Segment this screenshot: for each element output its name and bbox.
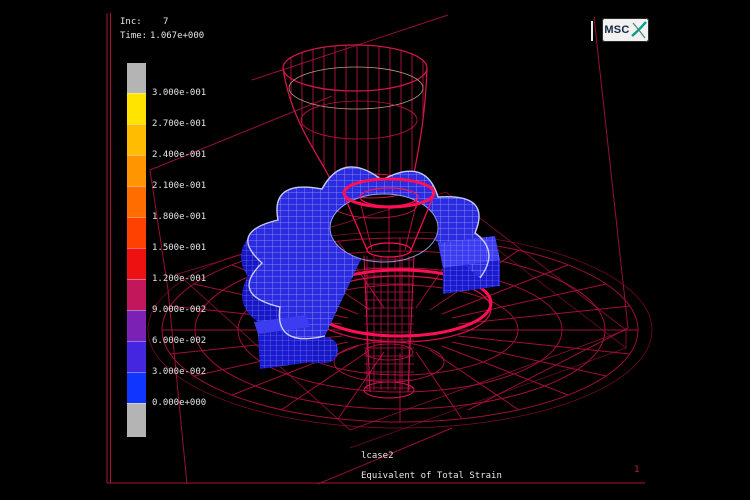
legend-color-segment (127, 124, 146, 155)
application-window: Inc: 7 Time: 1.067e+000 MSC 3.000e-001 2.… (0, 0, 750, 500)
msc-x-icon (631, 20, 647, 40)
legend-color-segment (127, 341, 146, 372)
legend-color-segment (127, 186, 146, 217)
msc-logo: MSC (602, 18, 649, 42)
legend-color-segment (127, 403, 146, 437)
legend-color-segment (127, 310, 146, 341)
increment-label: Inc: (120, 17, 142, 28)
legend-label: 3.000e-001 (152, 88, 206, 98)
legend-color-segment (127, 217, 146, 248)
legend-color-segment (127, 93, 146, 124)
logo-tick-mark (591, 21, 593, 41)
legend-label: 0.000e+000 (152, 398, 206, 408)
legend-color-segment (127, 279, 146, 310)
legend-label: 1.800e-001 (152, 212, 206, 222)
legend-label: 9.000e-002 (152, 305, 206, 315)
page-number: 1 (634, 465, 639, 476)
legend-label: 6.000e-002 (152, 336, 206, 346)
model-viewport[interactable] (0, 0, 750, 500)
legend-color-segment (127, 63, 146, 93)
result-title: Equivalent of Total Strain (361, 471, 502, 482)
time-value: 1.067e+000 (150, 31, 204, 42)
legend-color-segment (127, 372, 146, 403)
legend-label: 2.400e-001 (152, 150, 206, 160)
legend-label: 3.000e-002 (152, 367, 206, 377)
increment-value: 7 (163, 17, 168, 28)
legend-color-segment (127, 155, 146, 186)
legend-color-segment (127, 248, 146, 279)
legend-label: 1.500e-001 (152, 243, 206, 253)
legend-colorbar (127, 63, 146, 437)
legend-label: 2.100e-001 (152, 181, 206, 191)
legend-label: 1.200e-001 (152, 274, 206, 284)
legend-label: 2.700e-001 (152, 119, 206, 129)
time-label: Time: (120, 31, 147, 42)
loadcase-label: lcase2 (361, 451, 394, 462)
msc-logo-text: MSC (604, 24, 629, 36)
